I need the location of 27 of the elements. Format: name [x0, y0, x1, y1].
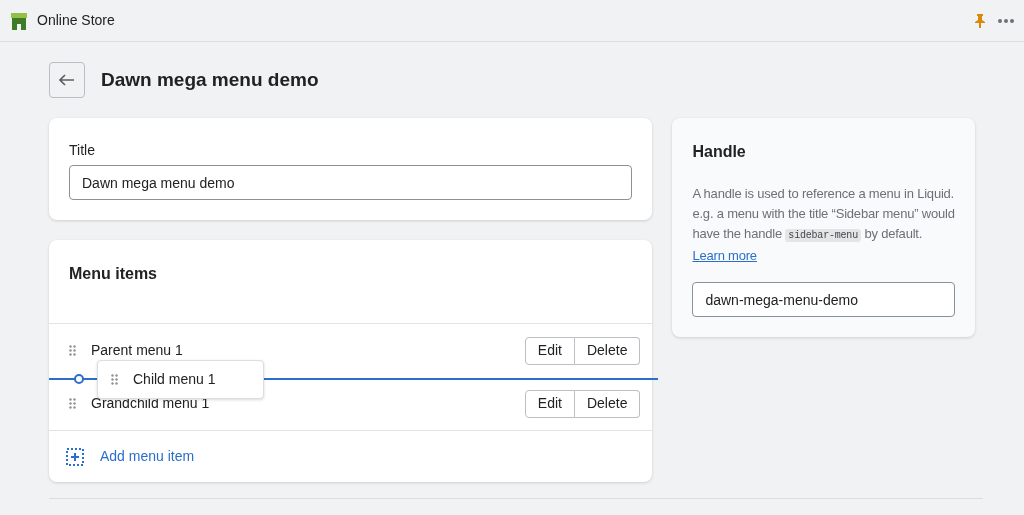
menu-item-label: Child menu 1 — [133, 370, 216, 389]
menu-item-label: Parent menu 1 — [91, 341, 184, 360]
add-menu-item-link[interactable]: Add menu item — [100, 446, 195, 467]
code-snippet: sidebar-menu — [785, 229, 861, 242]
edit-button[interactable]: Edit — [524, 389, 575, 418]
back-arrow-icon — [59, 74, 75, 86]
drag-handle-icon[interactable] — [69, 398, 76, 409]
page-title: Dawn mega menu demo — [101, 67, 319, 92]
app-title: Online Store — [37, 11, 115, 30]
learn-more-link[interactable]: Learn more — [692, 248, 757, 263]
drag-handle-icon[interactable] — [69, 345, 76, 356]
handle-description: A handle is used to reference a menu in Liquid. e.g. a menu with the title “Sidebar menu” would have the handle sidebar-menu by default. Learn more — [692, 185, 955, 265]
delete-button[interactable]: Delete — [574, 336, 641, 365]
handle-input[interactable]: dawn-mega-menu-demo — [692, 282, 955, 317]
pin-icon[interactable] — [975, 13, 985, 28]
add-icon — [66, 447, 84, 466]
store-icon — [10, 10, 28, 31]
edit-button[interactable]: Edit — [524, 336, 575, 365]
card-heading: Menu items — [49, 240, 653, 324]
card-heading: Handle — [692, 142, 747, 162]
delete-button[interactable]: Delete — [574, 389, 641, 418]
field-label: Title — [69, 141, 96, 160]
dragged-menu-item[interactable]: Child menu 1 — [97, 360, 264, 399]
more-icon[interactable] — [998, 18, 1014, 23]
back-button[interactable] — [49, 62, 85, 98]
drag-handle-icon[interactable] — [111, 374, 118, 385]
title-input[interactable]: Dawn mega menu demo — [69, 165, 633, 200]
